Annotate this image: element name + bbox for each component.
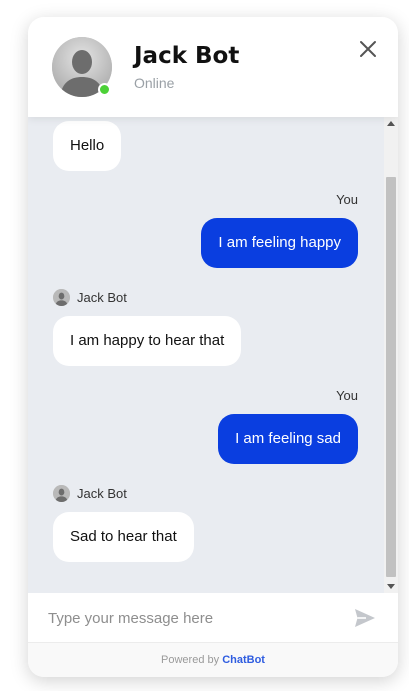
send-icon	[355, 609, 375, 627]
online-status-dot	[98, 83, 111, 96]
bot-status: Online	[134, 75, 175, 91]
message-composer	[28, 593, 398, 643]
message-sender-label: Jack Bot	[53, 288, 127, 306]
message-sender-label: Jack Bot	[53, 484, 127, 502]
chat-header: Jack Bot Online	[28, 17, 398, 117]
close-icon	[360, 41, 376, 57]
bot-mini-avatar	[53, 484, 70, 502]
sender-name: Jack Bot	[77, 485, 127, 501]
user-silhouette-icon	[53, 484, 70, 502]
bot-name: Jack Bot	[134, 43, 240, 69]
send-button[interactable]	[353, 606, 377, 630]
message-list: Hello You I am feeling happy Jack Bot I …	[28, 117, 384, 593]
user-message-bubble: I am feeling sad	[218, 414, 358, 464]
bot-mini-avatar	[53, 288, 70, 306]
powered-by-footer: Powered by ChatBot	[28, 643, 398, 677]
powered-by-label: Powered by	[161, 654, 220, 666]
user-message-bubble: I am feeling happy	[201, 218, 358, 268]
chat-widget: Jack Bot Online Hello You I am feeling h…	[28, 17, 398, 677]
sender-name: Jack Bot	[77, 289, 127, 305]
bot-message-bubble: Hello	[53, 121, 122, 171]
bot-message-bubble: I am happy to hear that	[53, 316, 242, 366]
user-silhouette-icon	[53, 288, 70, 306]
scrollbar-thumb[interactable]	[386, 177, 396, 577]
close-button[interactable]	[356, 37, 380, 61]
scroll-down-arrow-icon[interactable]	[387, 584, 395, 589]
message-sender-label: You	[336, 388, 358, 403]
scroll-up-arrow-icon[interactable]	[387, 121, 395, 126]
chatbot-brand-link[interactable]: ChatBot	[222, 654, 265, 666]
bot-message-bubble: Sad to hear that	[53, 512, 194, 562]
message-input[interactable]	[48, 603, 338, 633]
message-scrollbar[interactable]	[384, 117, 398, 593]
message-sender-label: You	[336, 192, 358, 207]
